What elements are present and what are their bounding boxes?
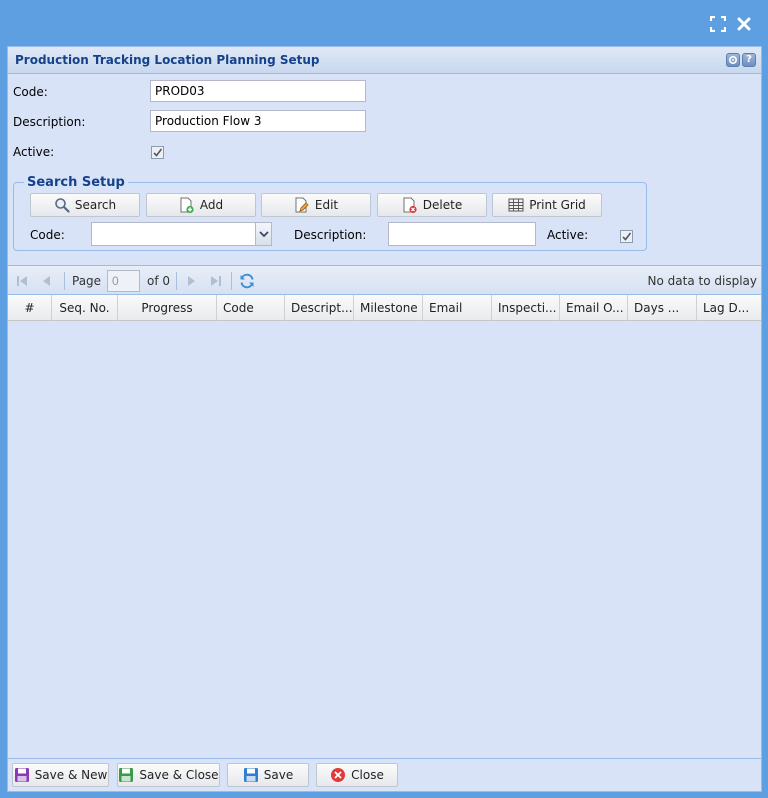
column-header[interactable]: Descript...: [285, 295, 354, 321]
help-icon[interactable]: ?: [742, 53, 756, 67]
column-header[interactable]: #: [8, 295, 52, 321]
floppy-purple-icon: [14, 768, 29, 782]
search-code-label: Code:: [30, 228, 65, 242]
column-header[interactable]: Code: [217, 295, 285, 321]
panel-header: Production Tracking Location Planning Se…: [8, 47, 761, 74]
column-header[interactable]: Lag D...: [697, 295, 761, 321]
save-and-new-button[interactable]: Save & New: [12, 763, 109, 787]
column-header[interactable]: Email: [423, 295, 492, 321]
column-header[interactable]: Email O...: [560, 295, 628, 321]
save-button[interactable]: Save: [227, 763, 309, 787]
grid-body: [8, 321, 761, 758]
last-page-icon[interactable]: [208, 273, 224, 289]
delete-button-label: Delete: [422, 198, 463, 212]
close-icon[interactable]: [734, 14, 754, 34]
footer-toolbar: Save & New Save & Close Save Close: [8, 758, 761, 791]
edit-button-label: Edit: [314, 198, 339, 212]
save-and-close-button[interactable]: Save & Close: [117, 763, 220, 787]
delete-document-icon: [403, 197, 417, 213]
column-header[interactable]: Days ...: [628, 295, 697, 321]
active-label: Active:: [13, 145, 55, 159]
print-grid-button-label: Print Grid: [529, 198, 586, 212]
close-button[interactable]: Close: [316, 763, 398, 787]
active-checkbox[interactable]: [151, 146, 164, 159]
maximize-icon[interactable]: [708, 14, 728, 34]
column-header[interactable]: Seq. No.: [52, 295, 118, 321]
search-description-input[interactable]: [388, 222, 536, 246]
grid-icon: [508, 198, 524, 212]
code-label: Code:: [13, 85, 48, 99]
paging-status: No data to display: [647, 274, 757, 288]
search-description-label: Description:: [294, 228, 367, 242]
save-and-close-label: Save & Close: [139, 768, 219, 782]
description-label: Description:: [13, 115, 86, 129]
setup-panel: Production Tracking Location Planning Se…: [7, 46, 762, 792]
gear-icon[interactable]: [726, 53, 740, 67]
column-header[interactable]: Progress: [118, 295, 217, 321]
first-page-icon[interactable]: [14, 273, 30, 289]
search-active-checkbox[interactable]: [620, 230, 633, 243]
page-label: Page: [72, 274, 102, 288]
description-field[interactable]: [150, 110, 366, 132]
page-title: Production Tracking Location Planning Se…: [15, 53, 320, 67]
floppy-green-icon: [119, 768, 134, 782]
search-button-label: Search: [74, 198, 117, 212]
search-active-label: Active:: [547, 228, 589, 242]
print-grid-button[interactable]: Print Grid: [492, 193, 602, 217]
next-page-icon[interactable]: [183, 273, 199, 289]
chevron-down-icon[interactable]: [255, 223, 271, 245]
edit-button[interactable]: Edit: [261, 193, 371, 217]
save-label: Save: [263, 768, 294, 782]
search-code-combo[interactable]: [91, 222, 272, 246]
close-circle-icon: [331, 768, 346, 782]
window-tools: [708, 14, 754, 34]
column-header[interactable]: Milestone: [354, 295, 423, 321]
search-setup-legend: Search Setup: [27, 175, 125, 190]
add-button[interactable]: Add: [146, 193, 256, 217]
prev-page-icon[interactable]: [39, 273, 55, 289]
page-count-label: of 0: [147, 274, 171, 288]
search-button[interactable]: Search: [30, 193, 140, 217]
close-label: Close: [351, 768, 384, 782]
add-document-icon: [180, 197, 194, 213]
add-button-label: Add: [199, 198, 224, 212]
refresh-icon[interactable]: [239, 273, 255, 289]
grid-header: # Seq. No. Progress Code Descript... Mil…: [8, 295, 761, 321]
search-code-input[interactable]: [92, 223, 255, 245]
column-header[interactable]: Inspecti...: [492, 295, 560, 321]
floppy-blue-icon: [243, 768, 258, 782]
delete-button[interactable]: Delete: [377, 193, 487, 217]
paging-toolbar: Page of 0 No data to display: [8, 265, 761, 295]
search-icon: [55, 198, 70, 213]
save-and-new-label: Save & New: [34, 768, 108, 782]
page-number-input[interactable]: [107, 270, 140, 292]
code-field[interactable]: [150, 80, 366, 102]
edit-document-icon: [295, 197, 309, 212]
